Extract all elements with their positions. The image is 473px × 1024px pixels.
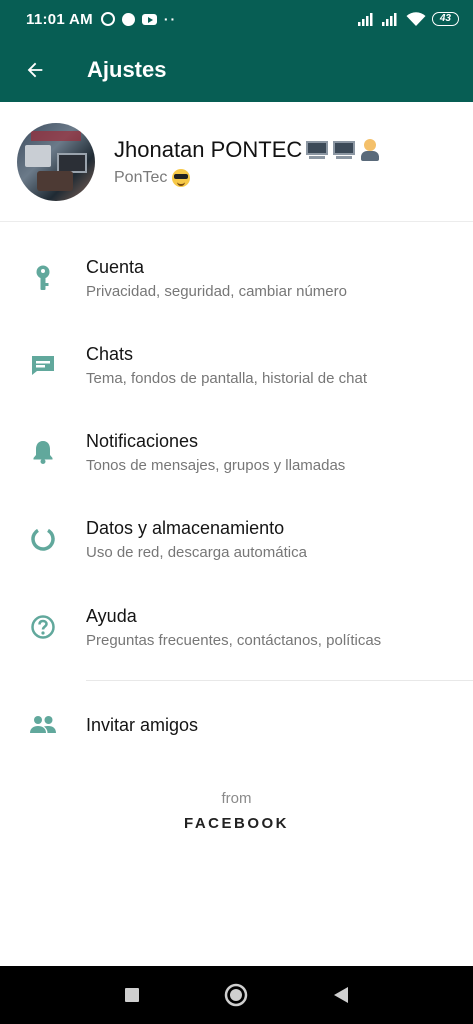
profile-text: Jhonatan PONTEC PonTec (114, 137, 380, 187)
menu-item-subtitle: Uso de red, descarga automática (86, 543, 307, 561)
system-nav-bar (0, 966, 473, 1024)
desktop-computer-emoji (305, 140, 329, 160)
data-usage-icon (31, 527, 55, 551)
menu-item-subtitle: Preguntas frecuentes, contáctanos, polít… (86, 631, 382, 649)
home-circle-icon (225, 983, 248, 1007)
menu-item-title: Cuenta (86, 256, 145, 277)
menu-item-title: Notificaciones (86, 430, 199, 451)
profile-status: PonTec (114, 168, 380, 187)
facebook-icon (121, 12, 135, 26)
alarm-icon (100, 12, 115, 26)
battery-icon: 43 (431, 12, 459, 26)
menu-item-invitar-amigos[interactable]: Invitar amigos (0, 681, 473, 769)
back-triangle-icon (333, 987, 348, 1003)
status-time: 11:01 AM (26, 10, 93, 28)
menu-item-title: Ayuda (86, 605, 137, 626)
youtube-icon (141, 13, 157, 25)
menu-item-datos[interactable]: Datos y almacenamiento Uso de red, desca… (0, 495, 473, 583)
status-system-icons: 43 (357, 11, 459, 27)
status-bar: 11:01 AM ·· 43 (0, 0, 473, 38)
profile-row[interactable]: Jhonatan PONTEC PonTec (0, 102, 473, 222)
menu-item-title: Datos y almacenamiento (86, 517, 285, 538)
signal-icon (381, 13, 397, 26)
profile-name-text: Jhonatan PONTEC (114, 136, 303, 162)
people-icon (30, 716, 56, 733)
key-icon (36, 265, 50, 290)
menu-item-cuenta[interactable]: Cuenta Privacidad, seguridad, cambiar nú… (0, 234, 473, 322)
app-bar: Ajustes (0, 38, 473, 102)
profile-status-text: PonTec (114, 168, 168, 186)
avatar[interactable] (17, 122, 95, 201)
menu-item-subtitle: Tema, fondos de pantalla, historial de c… (86, 369, 368, 387)
menu-item-subtitle: Tonos de mensajes, grupos y llamadas (86, 456, 346, 474)
more-dots-icon: ·· (163, 11, 178, 27)
menu-item-ayuda[interactable]: Ayuda Preguntas frecuentes, contáctanos,… (0, 583, 473, 671)
chat-icon (32, 356, 54, 375)
wifi-icon (406, 11, 426, 26)
arrow-back-icon (27, 62, 43, 78)
laptop-emoji (332, 140, 356, 160)
menu-item-title: Chats (86, 343, 134, 364)
back-button[interactable] (0, 38, 70, 102)
system-back-button[interactable] (321, 975, 361, 1015)
menu-item-subtitle: Privacidad, seguridad, cambiar número (86, 282, 347, 300)
from-label: from (221, 790, 252, 807)
recents-square-icon (125, 988, 140, 1002)
menu-item-title: Invitar amigos (86, 714, 199, 735)
bell-icon (33, 441, 53, 464)
recents-button[interactable] (112, 975, 152, 1015)
profile-name: Jhonatan PONTEC (114, 137, 380, 163)
smiling-face-with-sunglasses-emoji (172, 168, 191, 187)
help-icon (31, 615, 55, 639)
signal-icon (357, 13, 373, 26)
home-button[interactable] (216, 975, 256, 1015)
facebook-brand: FACEBOOK (183, 815, 289, 832)
menu-item-chats[interactable]: Chats Tema, fondos de pantalla, historia… (0, 321, 473, 409)
page-title: Ajustes (87, 57, 167, 82)
person-with-laptop-emoji (360, 138, 380, 161)
menu-item-notificaciones[interactable]: Notificaciones Tonos de mensajes, grupos… (0, 408, 473, 496)
status-notification-icons: ·· (100, 11, 178, 27)
